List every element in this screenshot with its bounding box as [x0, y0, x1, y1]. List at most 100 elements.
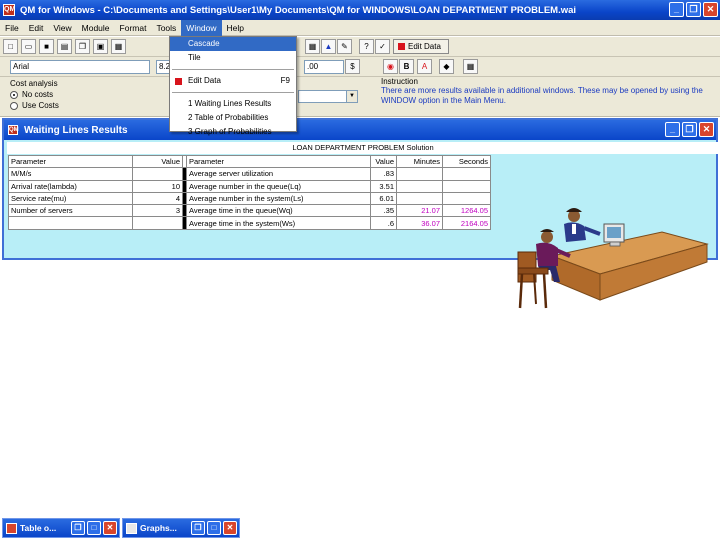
window-menu-dropdown: Cascade Tile Edit Data F9 1 Waiting Line…	[169, 36, 297, 136]
column-header: Value	[370, 154, 397, 169]
table-cell[interactable]: Average number in the queue(Lq)	[186, 179, 371, 193]
help-icon[interactable]: ?	[359, 39, 374, 54]
table-cell[interactable]: Service rate(mu)	[8, 191, 133, 206]
radio-no-costs[interactable]: No costs	[10, 90, 53, 99]
menu-edit-data[interactable]: Edit Data F9	[170, 74, 296, 88]
table-cell[interactable]	[442, 179, 491, 193]
minimized-graphs-window[interactable]: Graphs... ❐ □ ✕	[122, 518, 240, 538]
zoom-select[interactable]: .00	[304, 59, 344, 74]
color-wheel-icon[interactable]: ◉	[383, 59, 398, 74]
results-table: Parameter Value Parameter Value Minutes …	[8, 154, 491, 230]
wrench-icon[interactable]: ✎	[337, 39, 352, 54]
close-button[interactable]: ✕	[703, 2, 718, 17]
minimize-button[interactable]: _	[669, 2, 684, 17]
menu-module[interactable]: Module	[77, 20, 115, 36]
menu-window-2[interactable]: 2 Table of Probabilities	[170, 111, 296, 125]
menu-edit[interactable]: Edit	[24, 20, 49, 36]
table-cell[interactable]: 3.51	[370, 179, 397, 193]
options-panel: Cost analysis No costs Use Costs ▼ Instr…	[0, 77, 720, 117]
menu-format[interactable]: Format	[115, 20, 152, 36]
save-icon[interactable]: ■	[39, 39, 54, 54]
paste-icon[interactable]: ▣	[93, 39, 108, 54]
new-file-icon[interactable]: □	[3, 39, 18, 54]
column-header: Minutes	[396, 154, 443, 169]
table-cell[interactable]	[442, 191, 491, 206]
menu-shortcut: F9	[280, 76, 290, 85]
table-cell[interactable]: M/M/s	[8, 167, 133, 181]
maximize-button[interactable]: □	[207, 521, 221, 535]
column-header: Seconds	[442, 154, 491, 169]
edit-data-button[interactable]: Edit Data	[393, 39, 449, 54]
close-button[interactable]: ✕	[223, 521, 237, 535]
radio-label: No costs	[22, 90, 54, 99]
table-cell[interactable]: Arrival rate(lambda)	[8, 179, 133, 193]
font-color-icon[interactable]: A	[417, 59, 432, 74]
table-cell[interactable]: .6	[370, 216, 397, 230]
table-cell[interactable]: 4	[132, 191, 183, 206]
restore-button[interactable]: ❐	[686, 2, 701, 17]
table-cell[interactable]	[396, 179, 443, 193]
radio-label: Use Costs	[22, 101, 59, 110]
table-cell[interactable]	[396, 191, 443, 206]
table-cell[interactable]: 1264.05	[442, 204, 491, 218]
font-name-select[interactable]: Arial	[10, 59, 150, 74]
check-icon[interactable]: ✓	[375, 39, 390, 54]
close-button[interactable]: ✕	[699, 122, 714, 137]
loan-office-clipart	[517, 208, 709, 309]
maximize-button[interactable]: □	[87, 521, 101, 535]
menu-cascade[interactable]: Cascade	[170, 37, 296, 51]
menu-window-3[interactable]: 3 Graph of Probabilities	[170, 125, 296, 139]
print-icon[interactable]: ▤	[57, 39, 72, 54]
menu-tools[interactable]: Tools	[151, 20, 181, 36]
table-icon[interactable]: ▦	[305, 39, 320, 54]
table-cell[interactable]: 10	[132, 179, 183, 193]
radio-use-costs[interactable]: Use Costs	[10, 101, 59, 110]
menu-window[interactable]: Window	[181, 19, 222, 36]
menu-view[interactable]: View	[48, 20, 76, 36]
triangle-icon[interactable]: ▲	[321, 39, 336, 54]
minimized-title: Graphs...	[140, 523, 177, 533]
menu-help[interactable]: Help	[222, 20, 249, 36]
table-cell[interactable]	[396, 167, 443, 181]
table-cell[interactable]: .83	[370, 167, 397, 181]
table-cell[interactable]: Average server utilization	[186, 167, 371, 181]
table-cell[interactable]	[132, 167, 183, 181]
open-file-icon[interactable]: ▭	[21, 39, 36, 54]
restore-button[interactable]: ❐	[191, 521, 205, 535]
minimized-table-window[interactable]: Table o... ❐ □ ✕	[2, 518, 120, 538]
restore-button[interactable]: ❐	[682, 122, 697, 137]
table-row: M/M/s Average server utilization .83	[8, 167, 491, 181]
table-cell[interactable]: Average number in the system(Ls)	[186, 191, 371, 206]
table-row: Service rate(mu) 4 Average number in the…	[8, 191, 491, 206]
menu-file[interactable]: File	[0, 20, 24, 36]
restore-button[interactable]: ❐	[71, 521, 85, 535]
chevron-down-icon[interactable]: ▼	[346, 91, 357, 102]
radio-indicator[interactable]	[10, 101, 18, 110]
table-cell[interactable]	[442, 167, 491, 181]
radio-indicator[interactable]	[10, 90, 18, 99]
menu-window-1[interactable]: 1 Waiting Lines Results	[170, 97, 296, 111]
results-subheader: LOAN DEPARTMENT PROBLEM Solution	[7, 142, 719, 154]
grid-icon[interactable]: ▦	[111, 39, 126, 54]
table-cell[interactable]	[8, 216, 133, 230]
options-select[interactable]: ▼	[298, 90, 358, 103]
borders-icon[interactable]: ▦	[463, 59, 478, 74]
table-cell[interactable]: .35	[370, 204, 397, 218]
bold-icon[interactable]: B	[399, 59, 414, 74]
table-cell[interactable]: 36.07	[396, 216, 443, 230]
copy-icon[interactable]: ❐	[75, 39, 90, 54]
format-number-icon[interactable]: $	[345, 59, 360, 74]
table-cell[interactable]: 6.01	[370, 191, 397, 206]
table-cell[interactable]: Number of servers	[8, 204, 133, 218]
fill-color-icon[interactable]: ◆	[439, 59, 454, 74]
menu-tile[interactable]: Tile	[170, 51, 296, 65]
table-cell[interactable]: 2164.05	[442, 216, 491, 230]
instruction-title: Instruction	[381, 77, 418, 86]
table-cell[interactable]: 3	[132, 204, 183, 218]
table-cell[interactable]: 21.07	[396, 204, 443, 218]
table-cell[interactable]	[132, 216, 183, 230]
close-button[interactable]: ✕	[103, 521, 117, 535]
table-cell[interactable]: Average time in the system(Ws)	[186, 216, 371, 230]
minimize-button[interactable]: _	[665, 122, 680, 137]
table-cell[interactable]: Average time in the queue(Wq)	[186, 204, 371, 218]
